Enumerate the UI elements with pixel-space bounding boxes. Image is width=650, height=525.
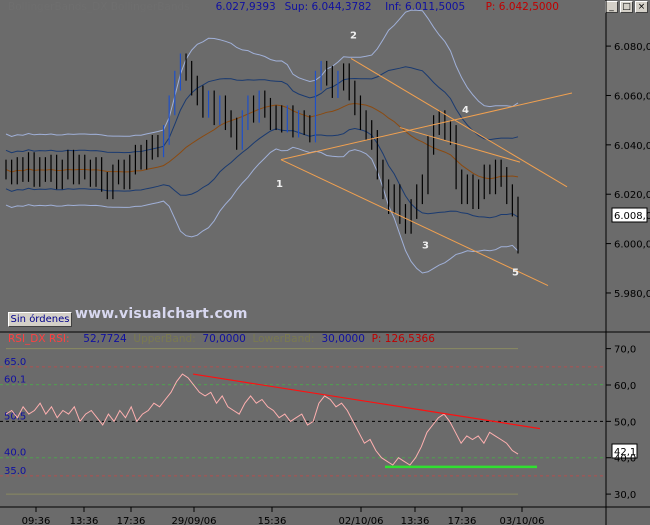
chart-svg: 6.008,0 42,1 6.080,06.060,06.040,06.020,… xyxy=(0,0,650,525)
time-tick-label: 13:36 xyxy=(401,516,430,525)
price-tick-label: 6.060,0 xyxy=(614,91,650,102)
time-tick-label: 02/10/06 xyxy=(339,516,384,525)
rsi-tick-label: 70,0 xyxy=(614,345,636,356)
rsi-tick-label: 50,0 xyxy=(614,417,636,428)
rsi-level-label: 60.1 xyxy=(4,375,26,386)
time-tick-label: 15:36 xyxy=(258,516,287,525)
rsi-level-label: 35.0 xyxy=(4,466,26,477)
time-tick-label: 03/10/06 xyxy=(500,516,545,525)
price-tick-label: 6.040,0 xyxy=(614,141,650,152)
wave-label-4: 4 xyxy=(462,105,469,116)
time-tick-label: 13:36 xyxy=(70,516,99,525)
trend-line xyxy=(280,159,549,287)
time-tick-label: 17:36 xyxy=(117,516,146,525)
bb-outer-lower xyxy=(5,146,519,274)
moving-average xyxy=(5,102,519,180)
wave-label-1: 1 xyxy=(276,179,283,190)
bb-inner-lower xyxy=(5,127,519,219)
wave-label-3: 3 xyxy=(422,241,429,252)
price-tick-label: 6.080,0 xyxy=(614,42,650,53)
order-status-button[interactable]: Sin órdenes xyxy=(8,312,72,327)
trend-line xyxy=(399,127,521,163)
time-tick-label: 17:36 xyxy=(448,516,477,525)
bb-outer-upper xyxy=(5,9,519,138)
time-tick-label: 29/09/06 xyxy=(172,516,217,525)
rsi-tick-label: 60,0 xyxy=(614,381,636,392)
wave-label-2: 2 xyxy=(350,31,357,42)
rsi-resistance-line xyxy=(192,373,541,430)
rsi-level-label: 65.0 xyxy=(4,357,26,368)
last-price-label: 6.008,0 xyxy=(614,211,650,222)
wave-label-5: 5 xyxy=(512,268,519,279)
rsi-level-label: 40.0 xyxy=(4,448,26,459)
price-tick-label: 6.000,0 xyxy=(614,240,650,251)
rsi-line xyxy=(5,373,519,466)
price-tick-label: 6.020,0 xyxy=(614,190,650,201)
price-tick-label: 5.980,0 xyxy=(614,289,650,300)
watermark: www.visualchart.com xyxy=(75,306,248,322)
rsi-tick-label: 40,0 xyxy=(614,454,636,465)
rsi-tick-label: 30,0 xyxy=(614,490,636,501)
chart-window: _ □ × BollingerBands_DX BollingerBands 6.… xyxy=(0,0,650,525)
time-tick-label: 09:36 xyxy=(22,516,51,525)
